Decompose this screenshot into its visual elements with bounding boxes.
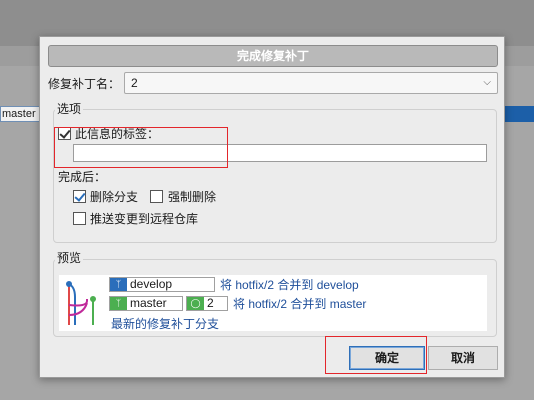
highlight-message-box [54, 127, 228, 168]
dialog-title: 完成修复补丁 [48, 45, 498, 67]
preview-group-label: 预览 [55, 251, 84, 265]
app-branch-label: master [0, 106, 40, 122]
hotfix-name-label: 修复补丁名： [48, 77, 121, 91]
delete-branch-checkbox[interactable] [73, 190, 86, 203]
delete-branch-label: 删除分支 [90, 190, 139, 204]
after-finish-label: 完成后： [58, 170, 107, 184]
push-to-remote-label: 推送变更到远程仓库 [90, 212, 199, 226]
preview-row1-text: 将 hotfix/2 合并到 develop [220, 278, 359, 292]
finish-hotfix-dialog: 完成修复补丁 修复补丁名： 2 ⌵ 选项 此信息的标签： 完成后： 删除分支 强… [39, 36, 505, 378]
force-delete-label: 强制删除 [168, 190, 217, 204]
branch-icon: ᛉ [110, 278, 127, 291]
options-group-label: 选项 [55, 102, 84, 116]
master-branch-tag: ᛉ master [109, 296, 183, 311]
preview-row3-text: 最新的修复补丁分支 [111, 317, 220, 331]
highlight-ok-box [325, 336, 427, 374]
master-node [90, 296, 96, 302]
hotfix-name-value: 2 [131, 76, 138, 90]
branch-icon: ᛉ [110, 297, 127, 310]
tag-icon: ◯ [187, 297, 204, 310]
push-to-remote-checkbox[interactable] [73, 212, 86, 225]
cancel-button[interactable]: 取消 [428, 346, 498, 370]
develop-node [66, 281, 72, 287]
preview-row2-text: 将 hotfix/2 合并到 master [233, 297, 367, 311]
version-tag: ◯ 2 [186, 296, 228, 311]
chevron-down-icon: ⌵ [483, 77, 491, 88]
develop-branch-tag: ᛉ develop [109, 277, 215, 292]
force-delete-checkbox[interactable] [150, 190, 163, 203]
merge-line [68, 299, 88, 316]
hotfix-name-select[interactable]: 2 ⌵ [124, 72, 498, 94]
